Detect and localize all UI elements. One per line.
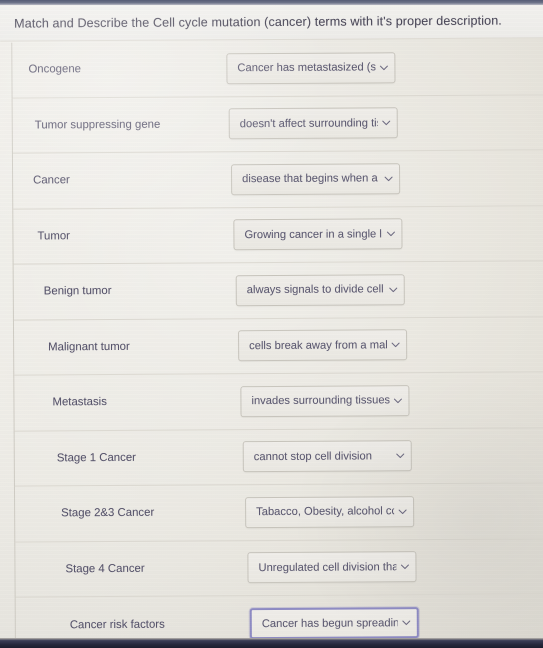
chevron-down-icon[interactable] [396, 505, 409, 518]
description-select[interactable]: Cancer has begun spreading in [249, 607, 419, 640]
description-select[interactable]: Tabacco, Obesity, alcohol con [245, 495, 415, 528]
description-select-value: Cancer has metastasized (spre [237, 61, 376, 75]
description-select[interactable]: Cancer has metastasized (spre [226, 51, 396, 85]
match-row: Malignant tumor cells break away from a m… [13, 316, 543, 376]
description-select[interactable]: disease that begins when a sir [231, 162, 401, 195]
match-row: Cancer disease that begins when a sir [12, 150, 543, 210]
match-row: Metastasis invades surrounding tissues; c [14, 372, 543, 432]
term-label: Stage 1 Cancer [56, 451, 136, 465]
description-select-value: always signals to divide cell [246, 283, 384, 297]
description-select[interactable]: always signals to divide cell [235, 273, 405, 306]
term-label: Oncogene [28, 63, 82, 76]
description-select[interactable]: Growing cancer in a single lun [233, 218, 403, 251]
monitor-bezel-top [0, 0, 543, 5]
chevron-down-icon[interactable] [377, 61, 390, 74]
chevron-down-icon[interactable] [394, 449, 407, 462]
term-label: Malignant tumor [48, 340, 130, 354]
screen-surface: Match and Describe the Cell cycle mutati… [0, 0, 543, 648]
chevron-down-icon[interactable] [382, 172, 395, 185]
match-rows-list: Oncogene Cancer has metastasized (spre Tum… [12, 39, 543, 641]
term-label: Stage 4 Cancer [65, 562, 145, 576]
term-label: Cancer [33, 174, 70, 187]
description-select[interactable]: cannot stop cell division [242, 440, 412, 473]
chevron-down-icon[interactable] [391, 394, 404, 407]
match-question-card: Oncogene Cancer has metastasized (spre Tum… [11, 39, 543, 642]
chevron-down-icon[interactable] [384, 227, 397, 240]
chevron-down-icon[interactable] [380, 117, 393, 130]
question-prompt: Match and Describe the Cell cycle mutati… [14, 13, 502, 31]
match-row: Oncogene Cancer has metastasized (spre [12, 39, 543, 99]
match-row: Stage 2&3 Cancer Tabacco, Obesity, alcoho… [14, 483, 543, 543]
monitor-bezel-bottom [0, 638, 543, 648]
description-select-value: Growing cancer in a single lun [244, 228, 383, 241]
term-label: Tumor suppressing gene [34, 118, 161, 132]
term-label: Stage 2&3 Cancer [61, 506, 155, 520]
chevron-down-icon[interactable] [398, 560, 411, 573]
description-select-value: disease that begins when a sir [242, 172, 381, 186]
description-select-value: cannot stop cell division [253, 450, 372, 463]
description-select[interactable]: invades surrounding tissues; c [240, 384, 410, 417]
chevron-down-icon[interactable] [387, 283, 400, 296]
term-label: Metastasis [52, 396, 107, 409]
match-row: Tumor suppressing gene doesn't affect sur… [12, 94, 543, 154]
term-label: Tumor [37, 229, 70, 243]
description-select[interactable]: cells break away from a maligr [238, 329, 408, 362]
term-label: Benign tumor [43, 285, 112, 298]
description-select-value: doesn't affect surrounding tiss [239, 117, 378, 130]
chevron-down-icon[interactable] [400, 616, 413, 629]
description-select[interactable]: doesn't affect surrounding tiss [228, 107, 398, 140]
description-select-value: Tabacco, Obesity, alcohol con [256, 505, 395, 519]
description-select-value: Unregulated cell division that [258, 560, 397, 574]
question-header: Match and Describe the Cell cycle mutati… [0, 2, 543, 42]
match-row: Benign tumor always signals to divide cel… [13, 261, 543, 321]
description-select[interactable]: Unregulated cell division that [247, 551, 417, 584]
description-select-value: Cancer has begun spreading in [261, 616, 398, 630]
description-select-value: cells break away from a maligr [249, 339, 388, 352]
term-label: Cancer risk factors [69, 618, 165, 631]
question-card-wrapper: Match and Describe the Cell cycle mutati… [0, 0, 543, 648]
match-row: Tumor Growing cancer in a single lun [13, 205, 543, 265]
match-row: Stage 4 Cancer Unregulated cell division … [15, 538, 543, 598]
match-row: Stage 1 Cancer cannot stop cell division [14, 427, 543, 487]
description-select-value: invades surrounding tissues; c [251, 394, 390, 408]
chevron-down-icon[interactable] [389, 338, 402, 351]
